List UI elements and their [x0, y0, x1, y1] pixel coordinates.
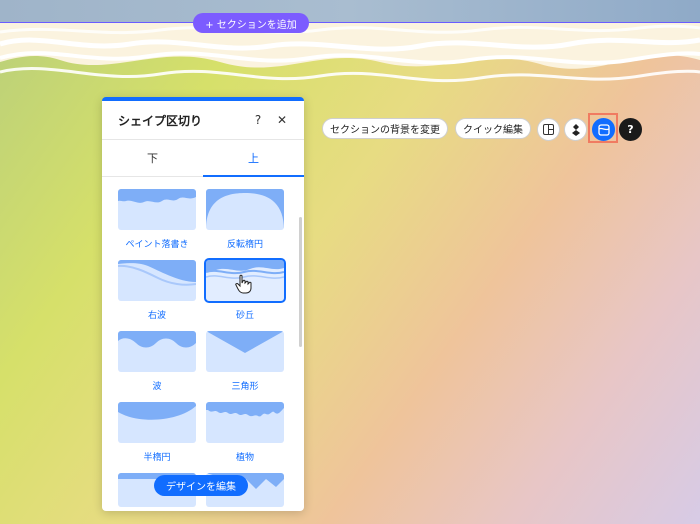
panel-title: シェイプ区切り	[118, 113, 203, 128]
shape-grid: ペイント落書き 反転楕円 右波 砂丘 波 三角形 半楕円 植物 デザインを編集	[102, 177, 304, 507]
plant-shape-tile[interactable]	[206, 402, 284, 443]
dunes-shape-tile[interactable]	[204, 258, 286, 303]
inverted-ellipse-shape-icon	[206, 189, 284, 230]
scrollbar[interactable]	[299, 217, 302, 347]
right-wave-shape-icon	[118, 260, 196, 286]
shape-label: 砂丘	[235, 311, 254, 321]
edit-design-label: デザインを編集	[166, 482, 236, 493]
triangle-shape-tile[interactable]	[206, 331, 284, 372]
help-button[interactable]: ?	[619, 118, 642, 141]
hand-cursor-icon	[235, 274, 252, 294]
add-section-button[interactable]: + セクションを追加	[193, 13, 309, 33]
tab-bar: 下 上	[102, 140, 304, 177]
animation-button[interactable]	[564, 118, 587, 141]
shape-label: 三角形	[231, 382, 259, 392]
shape-divider-panel: シェイプ区切り ? ✕ 下 上 ペイント落書き 反転楕円 右波 砂丘 波 三角形…	[102, 97, 304, 511]
shape-label: 植物	[235, 453, 254, 463]
half-ellipse-shape-icon	[118, 402, 196, 420]
layout-icon	[543, 124, 554, 135]
add-section-label: + セクションを追加	[205, 19, 297, 31]
plant-shape-icon	[206, 402, 284, 417]
shape-label: 反転楕円	[226, 240, 263, 250]
section-top-strip	[0, 0, 700, 22]
shape-label: ペイント落書き	[125, 240, 189, 250]
tab-bottom[interactable]: 下	[102, 140, 203, 176]
tab-top[interactable]: 上	[203, 140, 304, 177]
half-ellipse-shape-tile[interactable]	[118, 402, 196, 443]
section-guide-line	[0, 22, 700, 23]
help-icon: ?	[627, 123, 634, 136]
triangle-shape-icon	[206, 331, 284, 353]
shape-label: 半楕円	[143, 453, 171, 463]
edit-design-button[interactable]: デザインを編集	[154, 475, 248, 496]
right-wave-shape-tile[interactable]	[118, 260, 196, 301]
close-icon[interactable]: ✕	[272, 110, 292, 130]
animation-icon	[571, 123, 580, 136]
paint-scribble-shape-tile[interactable]	[118, 189, 196, 230]
shape-label: 波	[152, 382, 162, 392]
inverted-ellipse-shape-tile[interactable]	[206, 189, 284, 230]
quick-edit-label: クイック編集	[463, 125, 523, 136]
shape-label: 右波	[147, 311, 166, 321]
quick-edit-button[interactable]: クイック編集	[455, 118, 531, 139]
shape-divider-button[interactable]	[592, 118, 615, 141]
change-background-button[interactable]: セクションの背景を変更	[322, 118, 448, 139]
paint-scribble-shape-icon	[118, 189, 196, 203]
change-background-label: セクションの背景を変更	[330, 125, 440, 136]
wave-shape-icon	[118, 331, 196, 348]
shape-divider-icon	[597, 123, 610, 136]
help-icon[interactable]: ?	[248, 110, 268, 130]
layout-button[interactable]	[537, 118, 560, 141]
wave-shape-tile[interactable]	[118, 331, 196, 372]
dunes-divider-shape	[0, 22, 700, 83]
panel-header: シェイプ区切り ? ✕	[102, 101, 304, 140]
